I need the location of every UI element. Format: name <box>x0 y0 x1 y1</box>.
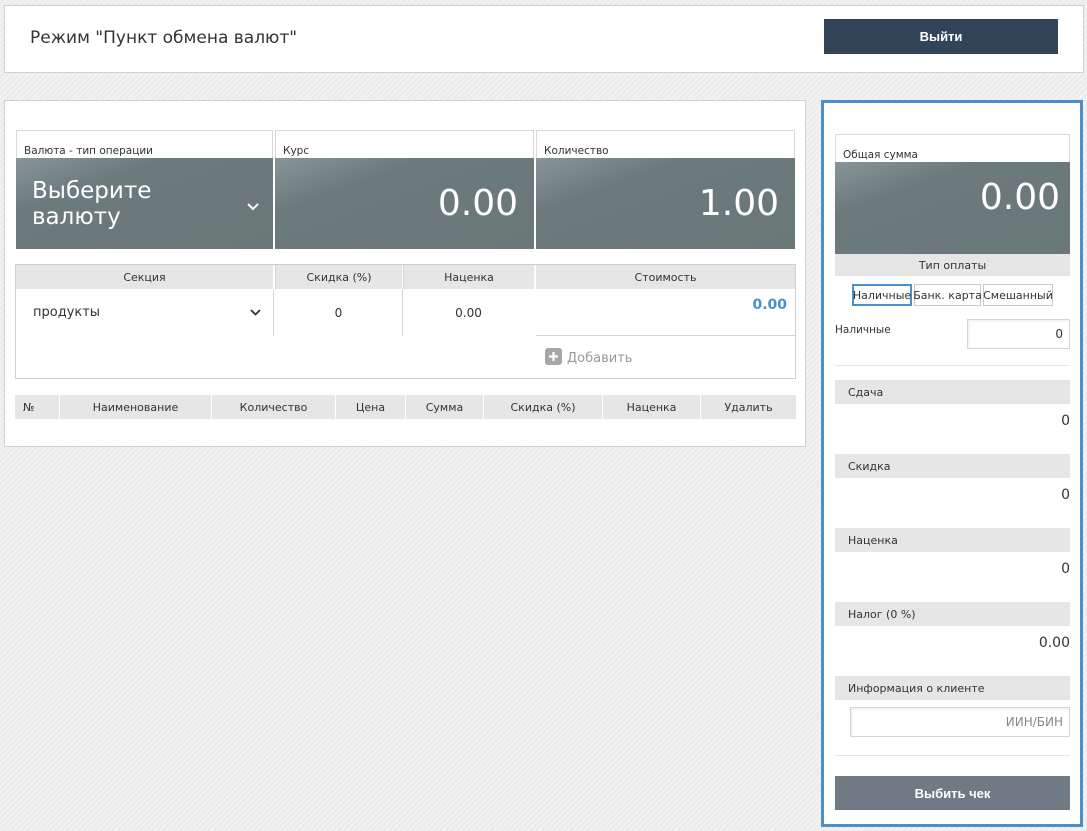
discount-summary-value: 0 <box>1061 487 1070 503</box>
divider <box>536 335 795 336</box>
total-display: 0.00 <box>835 162 1070 254</box>
markup-header: Наценка <box>403 265 534 289</box>
tax-header: Налог (0 %) <box>835 602 1070 626</box>
quantity-label: Количество <box>544 145 609 157</box>
divider <box>835 365 1070 366</box>
payment-mixed-button[interactable]: Смешанный <box>983 284 1053 306</box>
change-label: Сдача <box>848 385 884 399</box>
print-receipt-button[interactable]: Выбить чек <box>835 776 1070 810</box>
total-value: 0.00 <box>979 177 1060 218</box>
markup-value: 0.00 <box>455 305 482 320</box>
items-table-header: № Наименование Количество Цена Сумма Ски… <box>15 395 796 419</box>
add-label: Добавить <box>567 351 633 366</box>
client-id-input[interactable] <box>850 707 1070 737</box>
section-label: Секция <box>123 270 166 284</box>
total-header: Общая сумма <box>835 134 1070 162</box>
logout-button[interactable]: Выйти <box>824 19 1058 54</box>
column-header: № <box>15 395 60 419</box>
rate-header: Курс <box>275 130 534 158</box>
payment-card-button[interactable]: Банк. карта <box>913 284 982 306</box>
markup-summary-value: 0 <box>1061 561 1070 577</box>
cost-value: 0.00 <box>752 297 787 313</box>
column-header: Наименование <box>60 395 212 419</box>
payment-cash-button[interactable]: Наличные <box>852 284 912 306</box>
top-bar: Режим "Пункт обмена валют" Выйти <box>4 5 1084 73</box>
checkout-panel: Общая сумма 0.00 Тип оплаты Наличные Бан… <box>821 100 1083 827</box>
markup-label: Наценка <box>444 270 494 284</box>
discount-value: 0 <box>334 305 343 320</box>
column-header: Наценка <box>603 395 701 419</box>
column-header: Цена <box>336 395 406 419</box>
markup-summary-header: Наценка <box>835 528 1070 552</box>
cost-label: Стоимость <box>634 270 697 284</box>
currency-value: Выберите валюту <box>32 177 152 230</box>
column-header: Скидка (%) <box>484 395 603 419</box>
rate-label: Курс <box>283 145 310 157</box>
payment-type-header: Тип оплаты <box>835 254 1070 276</box>
quantity-field[interactable]: 1.00 <box>536 158 795 249</box>
cash-input[interactable] <box>967 319 1070 349</box>
payment-type-label: Тип оплаты <box>918 258 987 272</box>
section-value: продукты <box>33 305 101 320</box>
client-info-header: Информация о клиенте <box>835 676 1070 700</box>
rate-field[interactable]: 0.00 <box>275 158 534 249</box>
add-button[interactable]: Добавить <box>545 348 632 369</box>
column-header: Количество <box>212 395 336 419</box>
discount-summary-header: Скидка <box>835 454 1070 478</box>
total-label: Общая сумма <box>843 149 918 161</box>
discount-summary-label: Скидка <box>848 459 891 473</box>
divider <box>835 755 1070 756</box>
tax-value: 0.00 <box>1038 635 1070 651</box>
cost-header: Стоимость <box>536 265 795 289</box>
quantity-value: 1.00 <box>698 183 779 224</box>
client-info-label: Информация о клиенте <box>848 681 985 695</box>
currency-header: Валюта - тип операции <box>16 130 273 158</box>
markup-summary-label: Наценка <box>848 533 898 547</box>
change-value: 0 <box>1061 413 1070 429</box>
chevron-down-icon <box>247 191 259 217</box>
markup-input[interactable]: 0.00 <box>403 289 534 336</box>
tax-label: Налог (0 %) <box>848 607 916 621</box>
chevron-down-icon <box>250 305 261 320</box>
rate-value: 0.00 <box>437 183 518 224</box>
change-header: Сдача <box>835 380 1070 404</box>
discount-label: Скидка (%) <box>306 270 372 284</box>
section-select[interactable]: продукты <box>16 289 274 336</box>
exchange-panel: Валюта - тип операции Выберите валюту Ку… <box>4 100 806 447</box>
column-header: Сумма <box>406 395 484 419</box>
column-header: Удалить <box>724 400 773 414</box>
plus-square-icon <box>545 348 562 369</box>
section-header: Секция <box>16 265 273 289</box>
discount-input[interactable]: 0 <box>275 289 403 336</box>
cash-label: Наличные <box>835 324 891 336</box>
page-title: Режим "Пункт обмена валют" <box>30 28 298 48</box>
currency-label: Валюта - тип операции <box>24 145 153 157</box>
quantity-header: Количество <box>536 130 795 158</box>
discount-header: Скидка (%) <box>275 265 402 289</box>
currency-select[interactable]: Выберите валюту <box>16 158 273 249</box>
